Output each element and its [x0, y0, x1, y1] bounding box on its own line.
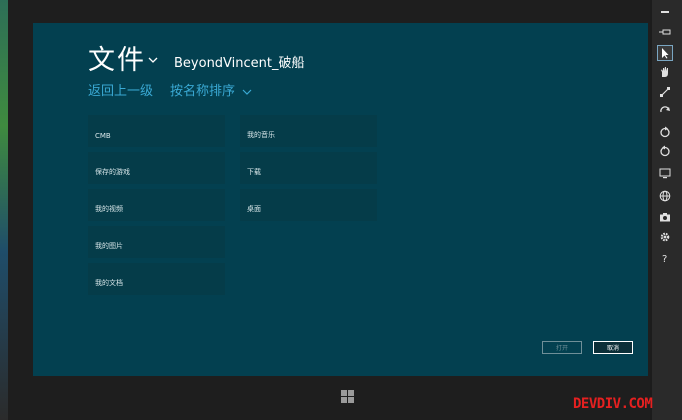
simulator-toolbar: ? [652, 0, 682, 420]
folder-label: 我的图片 [95, 242, 123, 250]
chevron-down-icon[interactable] [146, 53, 160, 67]
folder-tile-desktop[interactable]: 桌面 [240, 189, 377, 221]
folder-tile-pictures[interactable]: 我的图片 [88, 226, 225, 258]
folder-label: 桌面 [247, 205, 261, 213]
pointer-icon[interactable] [657, 45, 673, 61]
folder-label: 保存的游戏 [95, 168, 130, 176]
page-title[interactable]: 文件 [88, 45, 146, 77]
desktop-edge [0, 0, 8, 420]
minimize-icon[interactable] [658, 5, 672, 19]
rotate-cw-icon[interactable] [658, 125, 672, 139]
folder-tile-downloads[interactable]: 下载 [240, 152, 377, 184]
file-picker-screen: 文件 BeyondVincent_破船 返回上一级 按名称排序 CMB 保存的游… [33, 23, 648, 376]
chevron-down-icon [242, 89, 252, 95]
globe-icon[interactable] [658, 189, 672, 203]
device-bezel: 文件 BeyondVincent_破船 返回上一级 按名称排序 CMB 保存的游… [8, 0, 650, 420]
pin-icon[interactable] [658, 25, 672, 39]
hand-icon[interactable] [658, 65, 672, 79]
display-icon[interactable] [658, 166, 672, 180]
svg-text:?: ? [662, 254, 667, 264]
folder-label: 下载 [247, 168, 261, 176]
pinch-icon[interactable] [658, 85, 672, 99]
folder-label: 我的音乐 [247, 131, 275, 139]
watermark-logo: DEVDIV.COM [573, 396, 653, 412]
folder-tile-videos[interactable]: 我的视频 [88, 189, 225, 221]
rotate-ccw-icon[interactable] [658, 144, 672, 158]
cancel-button[interactable]: 取消 [593, 341, 633, 354]
camera-icon[interactable] [658, 210, 672, 224]
windows-start-icon[interactable] [341, 390, 354, 403]
user-name: BeyondVincent_破船 [174, 56, 305, 71]
folder-label: CMB [95, 132, 111, 140]
folder-label: 我的视频 [95, 205, 123, 213]
open-button[interactable]: 打开 [542, 341, 582, 354]
folder-tile-music[interactable]: 我的音乐 [240, 115, 377, 147]
folder-tile-saved-games[interactable]: 保存的游戏 [88, 152, 225, 184]
folder-tile-documents[interactable]: 我的文档 [88, 263, 225, 295]
help-icon[interactable]: ? [658, 251, 672, 265]
folder-label: 我的文档 [95, 279, 123, 287]
sort-dropdown[interactable]: 按名称排序 [170, 83, 253, 101]
sort-label: 按名称排序 [170, 84, 236, 99]
go-up-link[interactable]: 返回上一级 [88, 83, 153, 101]
settings-icon[interactable] [658, 230, 672, 244]
rotate-icon[interactable] [658, 104, 672, 118]
folder-tile-cmb[interactable]: CMB [88, 115, 225, 147]
